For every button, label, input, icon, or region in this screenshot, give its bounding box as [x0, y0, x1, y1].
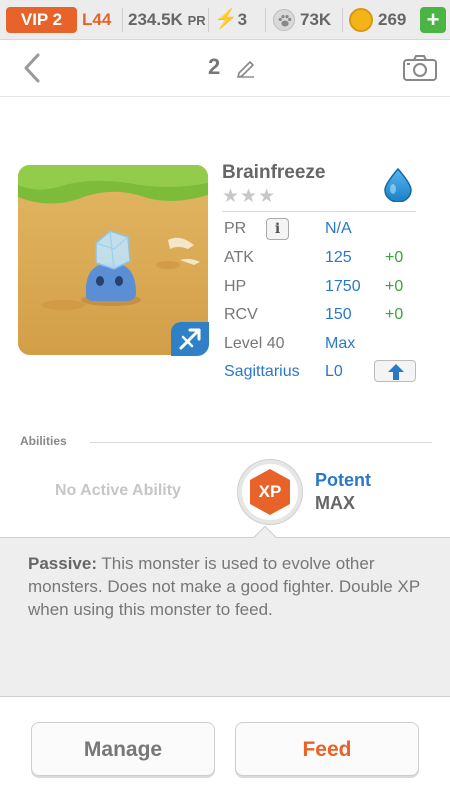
upgrade-button[interactable]	[374, 360, 416, 382]
coin-value: 269	[378, 10, 407, 29]
manage-button[interactable]: Manage	[31, 722, 215, 776]
zodiac-sign-link[interactable]: Sagittarius	[224, 363, 300, 381]
stat-label-atk: ATK	[224, 249, 254, 266]
sagittarius-arrow-icon	[171, 322, 209, 356]
monster-name: Brainfreeze	[222, 162, 326, 183]
stat-bonus-hp: +0	[385, 278, 404, 295]
status-bar: VIP 2 L44 234.5K PR ⚡3 73K 269 +	[0, 0, 450, 40]
stat-bonus-atk: +0	[385, 249, 404, 266]
star-rating: ★★★	[222, 186, 277, 207]
active-ability-label: No Active Ability	[55, 482, 181, 499]
paw-points-value: 73K	[300, 10, 332, 29]
stat-value-atk: 125	[325, 249, 352, 266]
abilities-header: Abilities	[20, 434, 67, 448]
passive-ability-level: MAX	[315, 493, 355, 513]
nav-bar: 2	[0, 40, 450, 97]
passive-ability-name[interactable]: Potent	[315, 470, 371, 491]
divider	[90, 442, 432, 443]
stat-bonus-rcv: +0	[385, 306, 404, 323]
lightning-icon: ⚡	[214, 9, 238, 30]
xp-badge-label: XP	[258, 482, 282, 501]
power-rating-unit: PR	[187, 13, 206, 28]
paw-icon	[273, 9, 295, 31]
vip-badge[interactable]: VIP 2	[6, 7, 77, 33]
stat-label-level: Level 40	[224, 335, 285, 352]
power-rating-value: 234.5K	[128, 10, 183, 29]
stat-value-hp: 1750	[325, 278, 361, 295]
stat-value-pr: N/A	[325, 220, 352, 237]
water-drop-icon	[383, 167, 413, 203]
add-coins-button[interactable]: +	[420, 7, 446, 33]
stat-label-pr: PR	[224, 220, 247, 237]
divider	[208, 8, 209, 32]
feed-button[interactable]: Feed	[235, 722, 419, 776]
info-button[interactable]: i	[266, 218, 289, 240]
passive-description: Passive: This monster is used to evolve …	[28, 552, 428, 621]
pencil-icon[interactable]	[235, 57, 257, 79]
energy-counter: ⚡3	[214, 8, 247, 32]
arrow-up-icon	[388, 364, 404, 380]
power-rating: 234.5K PR	[128, 8, 206, 33]
stat-label-hp: HP	[224, 278, 247, 295]
energy-value: 3	[237, 10, 248, 29]
divider	[122, 8, 123, 32]
camera-icon[interactable]	[402, 54, 438, 82]
divider	[222, 211, 416, 212]
monster-slot-number: 2	[208, 54, 221, 79]
player-level: L44	[82, 10, 112, 29]
divider	[342, 8, 343, 32]
stat-label-rcv: RCV	[224, 306, 258, 323]
divider	[265, 8, 266, 32]
passive-title: Passive:	[28, 554, 97, 573]
passive-ability-badge[interactable]: XP	[238, 460, 302, 524]
coin-icon	[349, 8, 373, 32]
chevron-left-icon[interactable]	[18, 52, 48, 84]
stat-value-rcv: 150	[325, 306, 352, 323]
zodiac-sign-level: L0	[325, 363, 343, 380]
stat-value-level: Max	[325, 335, 356, 352]
